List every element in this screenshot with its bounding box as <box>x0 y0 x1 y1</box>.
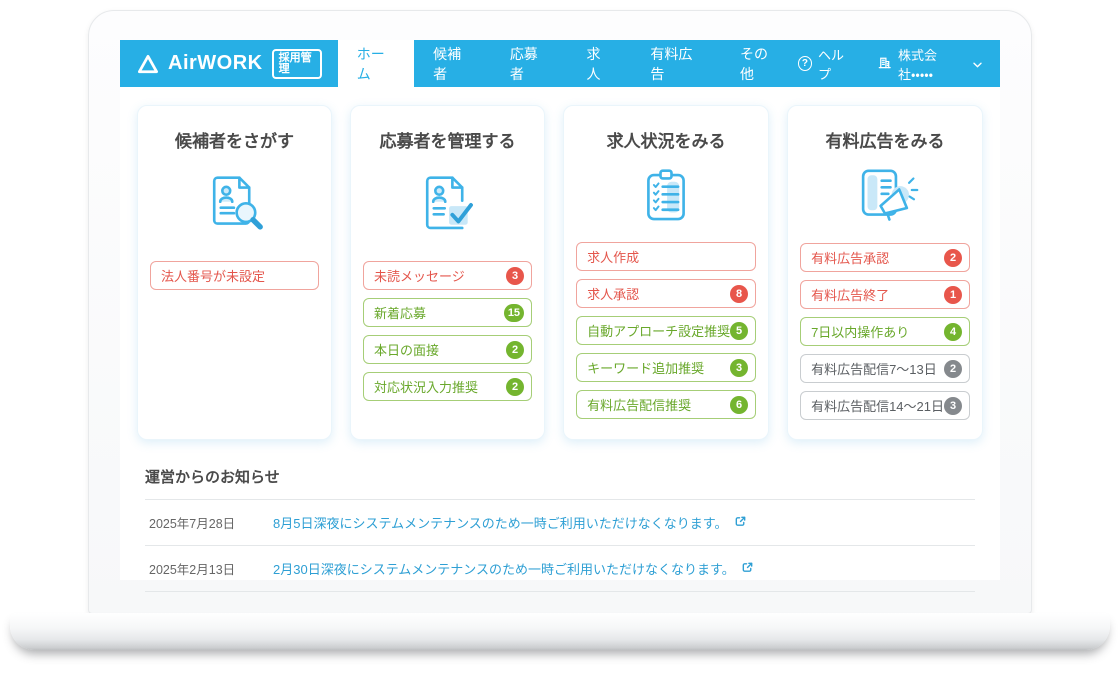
count-badge: 2 <box>506 378 524 396</box>
brand-triangle-icon <box>137 54 159 74</box>
nav-tab-2[interactable]: 応募者 <box>491 40 568 87</box>
count-badge: 6 <box>730 396 748 414</box>
nav-tab-3[interactable]: 求人 <box>568 40 632 87</box>
card-action-button[interactable]: 求人作成 <box>576 242 756 271</box>
card-actions: 有料広告承認2有料広告終了17日以内操作あり4有料広告配信7〜13日2有料広告配… <box>800 243 970 428</box>
card-actions: 法人番号が未設定 <box>150 261 319 298</box>
header-right: ? ヘルプ 株式会社・・・・・ <box>798 40 1000 87</box>
count-badge: 2 <box>944 360 962 378</box>
dashboard-card-3: 有料広告をみる 有料広告承認 2 有料広告終了 1 7日以内操作あり 4 有料広告配信7〜1… <box>787 105 983 440</box>
card-action-label: 未読メッセージ <box>374 266 465 285</box>
app-header: AirWORK 採用管理 ホーム候補者応募者求人有料広告その他 ? ヘルプ <box>120 40 1000 87</box>
card-action-button[interactable]: 法人番号が未設定 <box>150 261 319 290</box>
account-name: 株式会社・・・・・ <box>898 45 967 83</box>
announcement-date: 2025年2月13日 <box>149 559 245 578</box>
card-action-label: 有料広告終了 <box>811 285 889 304</box>
card-action-label: 本日の面接 <box>374 340 439 359</box>
clipboard-checklist-icon <box>576 162 756 229</box>
card-actions: 未読メッセージ 3 新着応募 15 本日の面接 2 対応状況入力推奨 2 <box>363 261 532 409</box>
card-action-button[interactable]: 有料広告配信7〜13日 2 <box>800 354 970 383</box>
external-link-icon <box>734 515 747 531</box>
announcement-row: 2025年7月28日 8月5日深夜にシステムメンテナンスのため一時ご利用いただけな… <box>145 500 975 546</box>
card-action-label: 法人番号が未設定 <box>161 266 265 285</box>
company-building-icon <box>877 55 892 73</box>
count-badge: 1 <box>944 286 962 304</box>
card-action-label: 7日以内操作あり <box>811 322 909 341</box>
nav-tab-1[interactable]: 候補者 <box>414 40 491 87</box>
card-action-label: 求人承認 <box>587 284 639 303</box>
card-action-label: 自動アプローチ設定推奨 <box>587 321 730 340</box>
count-badge: 2 <box>944 249 962 267</box>
brand-logo: AirWORK 採用管理 <box>120 40 338 87</box>
help-button[interactable]: ? ヘルプ <box>798 45 855 83</box>
card-action-button[interactable]: 対応状況入力推奨 2 <box>363 372 532 401</box>
resume-check-icon <box>363 162 532 248</box>
nav-tab-5[interactable]: その他 <box>721 40 798 87</box>
card-action-label: 有料広告配信14〜21日 <box>811 396 944 415</box>
cards-grid: 候補者をさがす 法人番号が未設定応募者を管理する 未読メッセージ3新着応募15本… <box>120 87 1000 440</box>
card-action-button[interactable]: 求人承認 8 <box>576 279 756 308</box>
card-action-label: 有料広告配信推奨 <box>587 395 691 414</box>
card-action-label: 対応状況入力推奨 <box>374 377 478 396</box>
count-badge: 5 <box>730 322 748 340</box>
card-action-button[interactable]: 本日の面接 2 <box>363 335 532 364</box>
chevron-down-icon <box>973 56 982 71</box>
brand-badge: 採用管理 <box>272 49 322 79</box>
announcements-list: 2025年7月28日 8月5日深夜にシステムメンテナンスのため一時ご利用いただけな… <box>145 499 975 592</box>
count-badge: 15 <box>504 304 524 322</box>
card-action-label: 有料広告配信7〜13日 <box>811 359 937 378</box>
brand-name: AirWORK <box>168 52 263 75</box>
card-title: 応募者を管理する <box>363 127 532 152</box>
dashboard-card-1: 応募者を管理する 未読メッセージ 3 新着応募 15 本日の面接 2 対応状況入力推奨 2 <box>350 105 545 440</box>
announcement-link[interactable]: 2月30日深夜にシステムメンテナンスのため一時ご利用いただけなくなります。 <box>273 559 754 578</box>
card-title: 求人状況をみる <box>576 127 756 152</box>
announcement-link[interactable]: 8月5日深夜にシステムメンテナンスのため一時ご利用いただけなくなります。 <box>273 513 747 532</box>
main-content: 候補者をさがす 法人番号が未設定応募者を管理する 未読メッセージ3新着応募15本… <box>120 87 1000 592</box>
card-action-label: 求人作成 <box>587 247 639 266</box>
announcements-section: 運営からのお知らせ 2025年7月28日 8月5日深夜にシステムメンテナンスのため… <box>145 466 975 592</box>
card-action-label: 新着応募 <box>374 303 426 322</box>
account-menu[interactable]: 株式会社・・・・・ <box>877 45 982 83</box>
nav-tab-0[interactable]: ホーム <box>338 40 414 87</box>
count-badge: 3 <box>506 267 524 285</box>
nav-tab-4[interactable]: 有料広告 <box>631 40 721 87</box>
dashboard-card-2: 求人状況をみる 求人作成求人承認8自動アプローチ設定推奨5キーワード追加推奨3有… <box>563 105 769 440</box>
laptop-screen: AirWORK 採用管理 ホーム候補者応募者求人有料広告その他 ? ヘルプ <box>88 10 1032 614</box>
count-badge: 3 <box>944 397 962 415</box>
card-action-label: キーワード追加推奨 <box>587 358 704 377</box>
card-title: 有料広告をみる <box>800 127 970 152</box>
card-action-button[interactable]: 有料広告承認 2 <box>800 243 970 272</box>
app-window: AirWORK 採用管理 ホーム候補者応募者求人有料広告その他 ? ヘルプ <box>120 40 1000 580</box>
announcement-date: 2025年7月28日 <box>149 513 245 532</box>
help-icon: ? <box>798 56 812 71</box>
card-action-button[interactable]: 7日以内操作あり 4 <box>800 317 970 346</box>
count-badge: 4 <box>944 323 962 341</box>
card-action-button[interactable]: キーワード追加推奨 3 <box>576 353 756 382</box>
count-badge: 3 <box>730 359 748 377</box>
card-action-button[interactable]: 有料広告配信14〜21日3 <box>800 391 970 420</box>
main-nav: ホーム候補者応募者求人有料広告その他 <box>338 40 798 87</box>
card-action-label: 有料広告承認 <box>811 248 889 267</box>
announcement-text: 2月30日深夜にシステムメンテナンスのため一時ご利用いただけなくなります。 <box>273 559 735 578</box>
announcements-title: 運営からのお知らせ <box>145 466 975 487</box>
announcement-text: 8月5日深夜にシステムメンテナンスのため一時ご利用いただけなくなります。 <box>273 513 728 532</box>
card-action-button[interactable]: 新着応募 15 <box>363 298 532 327</box>
dashboard-card-0: 候補者をさがす 法人番号が未設定 <box>137 105 332 440</box>
resume-search-icon <box>150 162 319 248</box>
card-action-button[interactable]: 有料広告終了 1 <box>800 280 970 309</box>
card-action-button[interactable]: 自動アプローチ設定推奨5 <box>576 316 756 345</box>
ad-megaphone-icon <box>800 162 970 230</box>
page: AirWORK 採用管理 ホーム候補者応募者求人有料広告その他 ? ヘルプ <box>0 0 1120 680</box>
card-title: 候補者をさがす <box>150 127 319 152</box>
count-badge: 2 <box>506 341 524 359</box>
count-badge: 8 <box>730 285 748 303</box>
card-action-button[interactable]: 有料広告配信推奨 6 <box>576 390 756 419</box>
external-link-icon <box>741 561 754 577</box>
help-label: ヘルプ <box>818 45 855 83</box>
announcement-row: 2025年2月13日 2月30日深夜にシステムメンテナンスのため一時ご利用いただけ… <box>145 546 975 592</box>
card-action-button[interactable]: 未読メッセージ 3 <box>363 261 532 290</box>
laptop-base <box>10 613 1110 650</box>
card-actions: 求人作成求人承認8自動アプローチ設定推奨5キーワード追加推奨3有料広告配信推奨6 <box>576 242 756 427</box>
